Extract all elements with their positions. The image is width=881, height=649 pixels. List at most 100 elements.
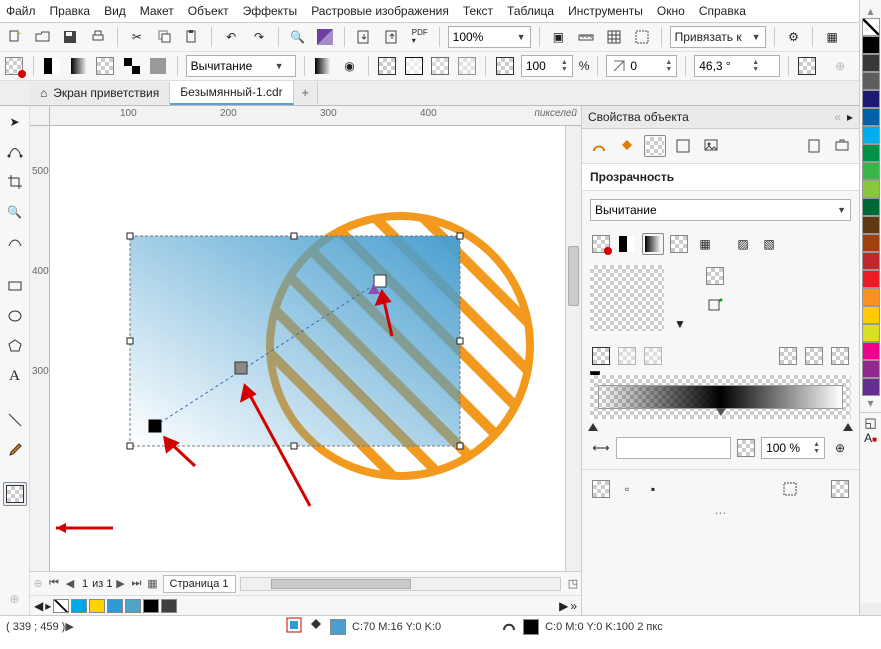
tab-welcome[interactable]: ⌂ Экран приветствия bbox=[30, 82, 170, 104]
tile-button[interactable] bbox=[590, 478, 612, 500]
freehand-tool[interactable] bbox=[3, 230, 27, 254]
cut-button[interactable]: ✂ bbox=[126, 26, 148, 48]
search-button[interactable]: 🔍 bbox=[287, 26, 309, 48]
transparency-section-header[interactable]: Прозрачность bbox=[582, 164, 859, 191]
outline-swatch[interactable] bbox=[523, 619, 539, 635]
menu-bitmaps[interactable]: Растровые изображения bbox=[311, 4, 449, 18]
nocolor-swatch[interactable] bbox=[862, 18, 880, 36]
menu-table[interactable]: Таблица bbox=[507, 4, 554, 18]
menu-tools[interactable]: Инструменты bbox=[568, 4, 643, 18]
fountain-trans-button[interactable] bbox=[68, 55, 89, 77]
color-swatch[interactable] bbox=[862, 180, 880, 198]
outline-indicator-icon[interactable] bbox=[501, 617, 517, 636]
publish-pdf-button[interactable]: PDF▾ bbox=[409, 26, 431, 48]
pick-trans-button[interactable] bbox=[704, 295, 726, 317]
polygon-tool[interactable] bbox=[3, 334, 27, 358]
first-page-button[interactable]: ⏮ bbox=[46, 577, 62, 590]
menu-view[interactable]: Вид bbox=[104, 4, 126, 18]
zoom-input[interactable] bbox=[453, 30, 513, 44]
color-swatch[interactable] bbox=[862, 36, 880, 54]
node-opacity-field[interactable]: ▲▼ bbox=[521, 55, 573, 77]
apply-outline-button[interactable]: ▧ bbox=[758, 233, 780, 255]
edit-trans-button[interactable] bbox=[704, 265, 726, 287]
snap-combo[interactable]: Привязать к ▼ bbox=[670, 26, 766, 48]
color-swatch[interactable] bbox=[862, 72, 880, 90]
color-swatch[interactable] bbox=[862, 378, 880, 396]
twocolor-trans-button[interactable] bbox=[121, 55, 142, 77]
angle-field[interactable]: ▲▼ bbox=[694, 55, 780, 77]
color-swatch[interactable] bbox=[862, 324, 880, 342]
palette-menu-button[interactable]: ▸ bbox=[45, 599, 51, 613]
grad-stop-marker[interactable] bbox=[843, 423, 853, 431]
fill-tab[interactable] bbox=[616, 135, 638, 157]
grad-repeat-button[interactable] bbox=[430, 55, 451, 77]
add-node-button[interactable]: ⊕ bbox=[829, 437, 851, 459]
fullscreen-button[interactable]: ▣ bbox=[548, 26, 570, 48]
twocolor-trans-button-2[interactable]: ▦ bbox=[694, 233, 716, 255]
position-lock-button[interactable]: ⟷ bbox=[590, 437, 612, 459]
options-button[interactable]: ⚙ bbox=[783, 26, 805, 48]
scrollbar-thumb[interactable] bbox=[271, 579, 411, 589]
rulers-button[interactable] bbox=[575, 26, 597, 48]
docker-menu-button[interactable]: ▸ bbox=[847, 110, 853, 124]
node-marker-button[interactable] bbox=[494, 55, 515, 77]
skew-field[interactable]: ▲▼ bbox=[606, 55, 677, 77]
menu-object[interactable]: Объект bbox=[188, 4, 229, 18]
color-swatch[interactable] bbox=[862, 360, 880, 378]
apply-fill-button[interactable]: ▨ bbox=[732, 233, 754, 255]
node-opacity-input2[interactable] bbox=[766, 441, 810, 455]
color-swatch[interactable] bbox=[125, 599, 141, 613]
grad-stop-marker[interactable] bbox=[588, 423, 598, 431]
free-transform-toggle[interactable] bbox=[779, 478, 801, 500]
grad-mirror-button[interactable] bbox=[403, 55, 424, 77]
menu-layout[interactable]: Макет bbox=[140, 4, 174, 18]
node-opacity-field2[interactable]: ▲▼ bbox=[761, 437, 825, 459]
docker-merge-mode-input[interactable] bbox=[595, 203, 833, 217]
tab-document[interactable]: Безымянный-1.cdr bbox=[170, 81, 293, 105]
color-swatch[interactable] bbox=[862, 216, 880, 234]
ruler-vertical[interactable]: 500 400 300 bbox=[30, 126, 50, 571]
position-field[interactable] bbox=[616, 437, 731, 459]
transparency-tab[interactable] bbox=[644, 135, 666, 157]
no-transparency-button[interactable] bbox=[4, 55, 25, 77]
last-page-button[interactable]: ⏭ bbox=[129, 577, 145, 590]
dropshadow-tool[interactable] bbox=[3, 408, 27, 432]
menu-text[interactable]: Текст bbox=[463, 4, 493, 18]
color-swatch[interactable] bbox=[107, 599, 123, 613]
crop-tool[interactable] bbox=[3, 170, 27, 194]
paste-button[interactable] bbox=[182, 26, 204, 48]
toolbox-expand-button[interactable]: ⊕ bbox=[3, 587, 27, 611]
outline-tab[interactable] bbox=[588, 135, 610, 157]
shape-tool[interactable] bbox=[3, 140, 27, 164]
proof-colors-icon[interactable] bbox=[286, 617, 302, 636]
mirror-h-button[interactable] bbox=[777, 345, 799, 367]
docker-prev-button[interactable]: « bbox=[834, 110, 841, 124]
grad-reflect-button[interactable] bbox=[457, 55, 478, 77]
color-swatch[interactable] bbox=[862, 126, 880, 144]
expand-toggle[interactable]: ⋯ bbox=[582, 504, 859, 522]
merge-mode-combo[interactable]: ▼ bbox=[186, 55, 296, 77]
undo-button[interactable]: ↶ bbox=[220, 26, 242, 48]
pick-tool[interactable]: ➤ bbox=[3, 110, 27, 134]
palette-expand-button[interactable]: » bbox=[570, 599, 577, 613]
spinner-icon[interactable]: ▲▼ bbox=[561, 59, 568, 73]
palette-next-button[interactable]: ▶ bbox=[559, 599, 568, 613]
horizontal-scrollbar[interactable] bbox=[240, 577, 561, 591]
linear-type-button[interactable] bbox=[590, 345, 612, 367]
color-swatch[interactable] bbox=[862, 54, 880, 72]
page-tab[interactable]: Страница 1 bbox=[163, 575, 236, 593]
navigator-button[interactable]: ◳ bbox=[565, 577, 581, 590]
grad-radial-button[interactable]: ◉ bbox=[339, 55, 360, 77]
palette-prev-button[interactable]: ◀ bbox=[34, 599, 43, 613]
gradient-slider[interactable] bbox=[598, 385, 843, 409]
spinner-icon[interactable]: ▲▼ bbox=[665, 59, 672, 73]
fill-indicator-icon[interactable] bbox=[308, 617, 324, 636]
color-swatch[interactable] bbox=[862, 144, 880, 162]
uniform-trans-button-2[interactable] bbox=[616, 233, 638, 255]
scrollbar-thumb[interactable] bbox=[568, 246, 579, 306]
free-transform-button[interactable] bbox=[797, 55, 818, 77]
rectangle-tool[interactable] bbox=[3, 274, 27, 298]
color-swatch[interactable] bbox=[862, 270, 880, 288]
fill-swatch[interactable] bbox=[330, 619, 346, 635]
chevron-down-icon[interactable]: ▼ bbox=[674, 317, 686, 335]
